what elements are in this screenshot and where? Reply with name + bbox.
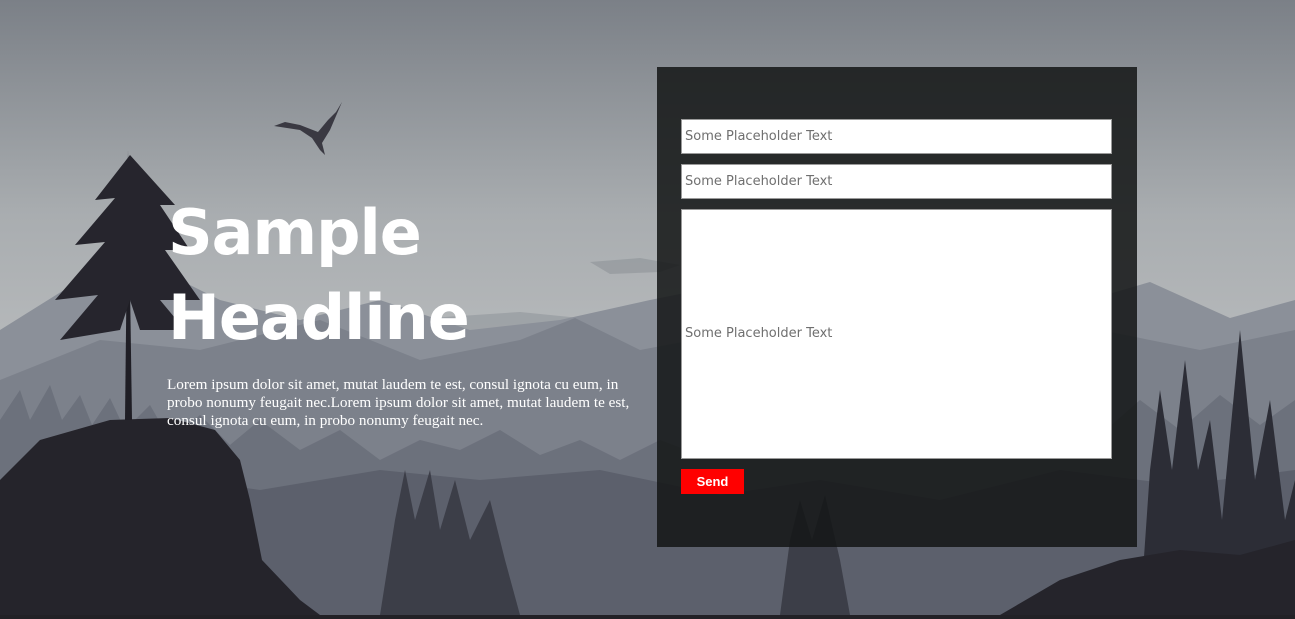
bottom-divider	[0, 615, 1295, 619]
headline-line-1: Sample	[168, 196, 422, 269]
message-textarea[interactable]	[681, 209, 1112, 459]
contact-form: Send	[657, 67, 1137, 547]
hero-section: Sample Headline Lorem ipsum dolor sit am…	[0, 0, 1295, 615]
hero-body-text: Lorem ipsum dolor sit amet, mutat laudem…	[167, 376, 630, 429]
page-headline: Sample Headline	[168, 190, 608, 360]
headline-line-2: Headline	[168, 281, 470, 354]
text-input-2[interactable]	[681, 164, 1112, 199]
text-input-1[interactable]	[681, 119, 1112, 154]
send-button[interactable]: Send	[681, 469, 744, 494]
